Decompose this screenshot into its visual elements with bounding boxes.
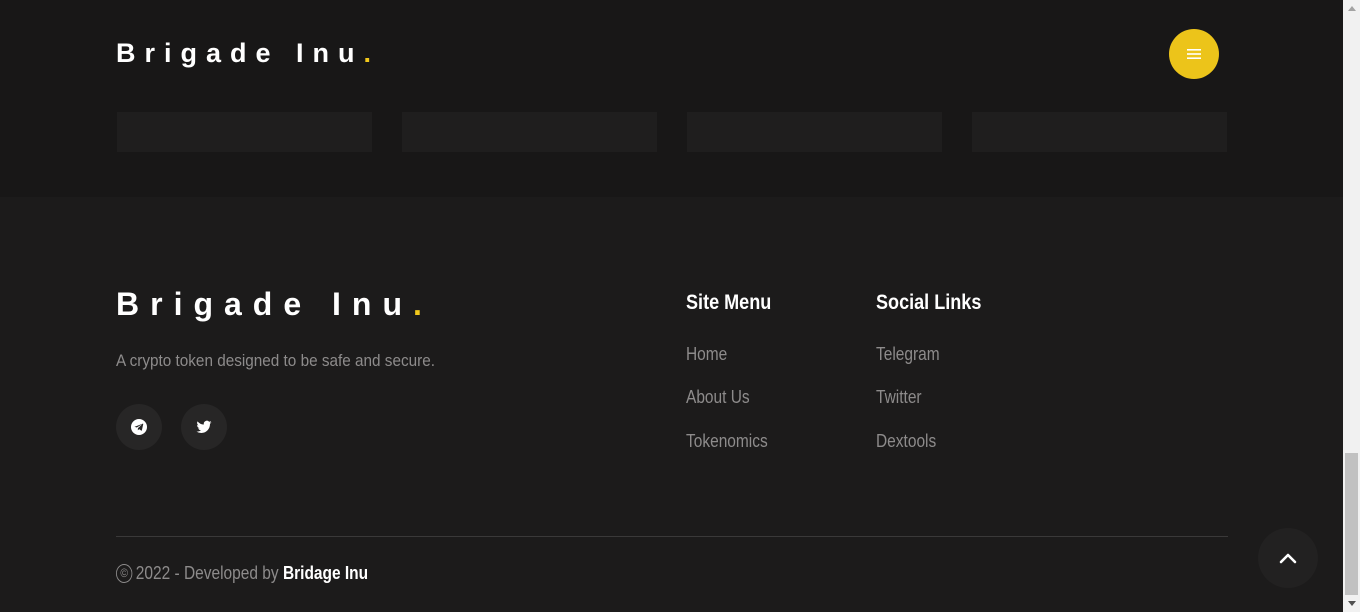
footer-logo[interactable]: Brigade Inu. — [116, 286, 433, 323]
footer-link-about-us[interactable]: About Us — [686, 387, 750, 408]
header-logo[interactable]: Brigade Inu. — [116, 38, 380, 69]
chevron-up-icon — [1279, 553, 1297, 564]
copyright: © 2022 - Developed by Bridage Inu — [116, 563, 368, 584]
site-menu-title: Site Menu — [686, 291, 772, 314]
footer-link-telegram[interactable]: Telegram — [876, 344, 940, 365]
logo-dot: . — [413, 286, 433, 322]
footer-link-dextools[interactable]: Dextools — [876, 431, 936, 452]
hamburger-icon — [1187, 49, 1201, 59]
footer-link-tokenomics[interactable]: Tokenomics — [686, 431, 768, 452]
footer-link-home[interactable]: Home — [686, 344, 727, 365]
scroll-down-arrow-icon[interactable] — [1343, 595, 1360, 612]
logo-dot: . — [363, 38, 381, 68]
scroll-up-arrow-icon[interactable] — [1343, 0, 1360, 17]
footer: Brigade Inu. A crypto token designed to … — [0, 197, 1343, 612]
content-card — [402, 112, 657, 152]
content-card — [972, 112, 1227, 152]
footer-logo-text: Brigade Inu — [116, 286, 414, 322]
page: Brigade Inu. Brigade Inu. A crypto token… — [0, 0, 1343, 612]
copyright-text: 2022 - Developed by — [135, 563, 279, 583]
scrollbar-thumb[interactable] — [1345, 453, 1358, 595]
footer-tagline: A crypto token designed to be safe and s… — [116, 351, 435, 370]
twitter-button[interactable] — [181, 404, 227, 450]
header-logo-text: Brigade Inu — [116, 38, 364, 68]
copyright-icon: © — [116, 564, 133, 583]
developer-link[interactable]: Bridage Inu — [283, 563, 368, 584]
top-section: Brigade Inu. — [0, 0, 1343, 197]
menu-button[interactable] — [1169, 29, 1219, 79]
footer-link-twitter[interactable]: Twitter — [876, 387, 922, 408]
telegram-icon — [131, 419, 147, 435]
back-to-top-button[interactable] — [1258, 528, 1318, 588]
content-card — [687, 112, 942, 152]
twitter-icon — [196, 420, 212, 433]
social-links-title: Social Links — [876, 291, 982, 314]
telegram-button[interactable] — [116, 404, 162, 450]
content-card — [117, 112, 372, 152]
vertical-scrollbar[interactable] — [1343, 0, 1360, 612]
footer-divider — [116, 536, 1228, 537]
